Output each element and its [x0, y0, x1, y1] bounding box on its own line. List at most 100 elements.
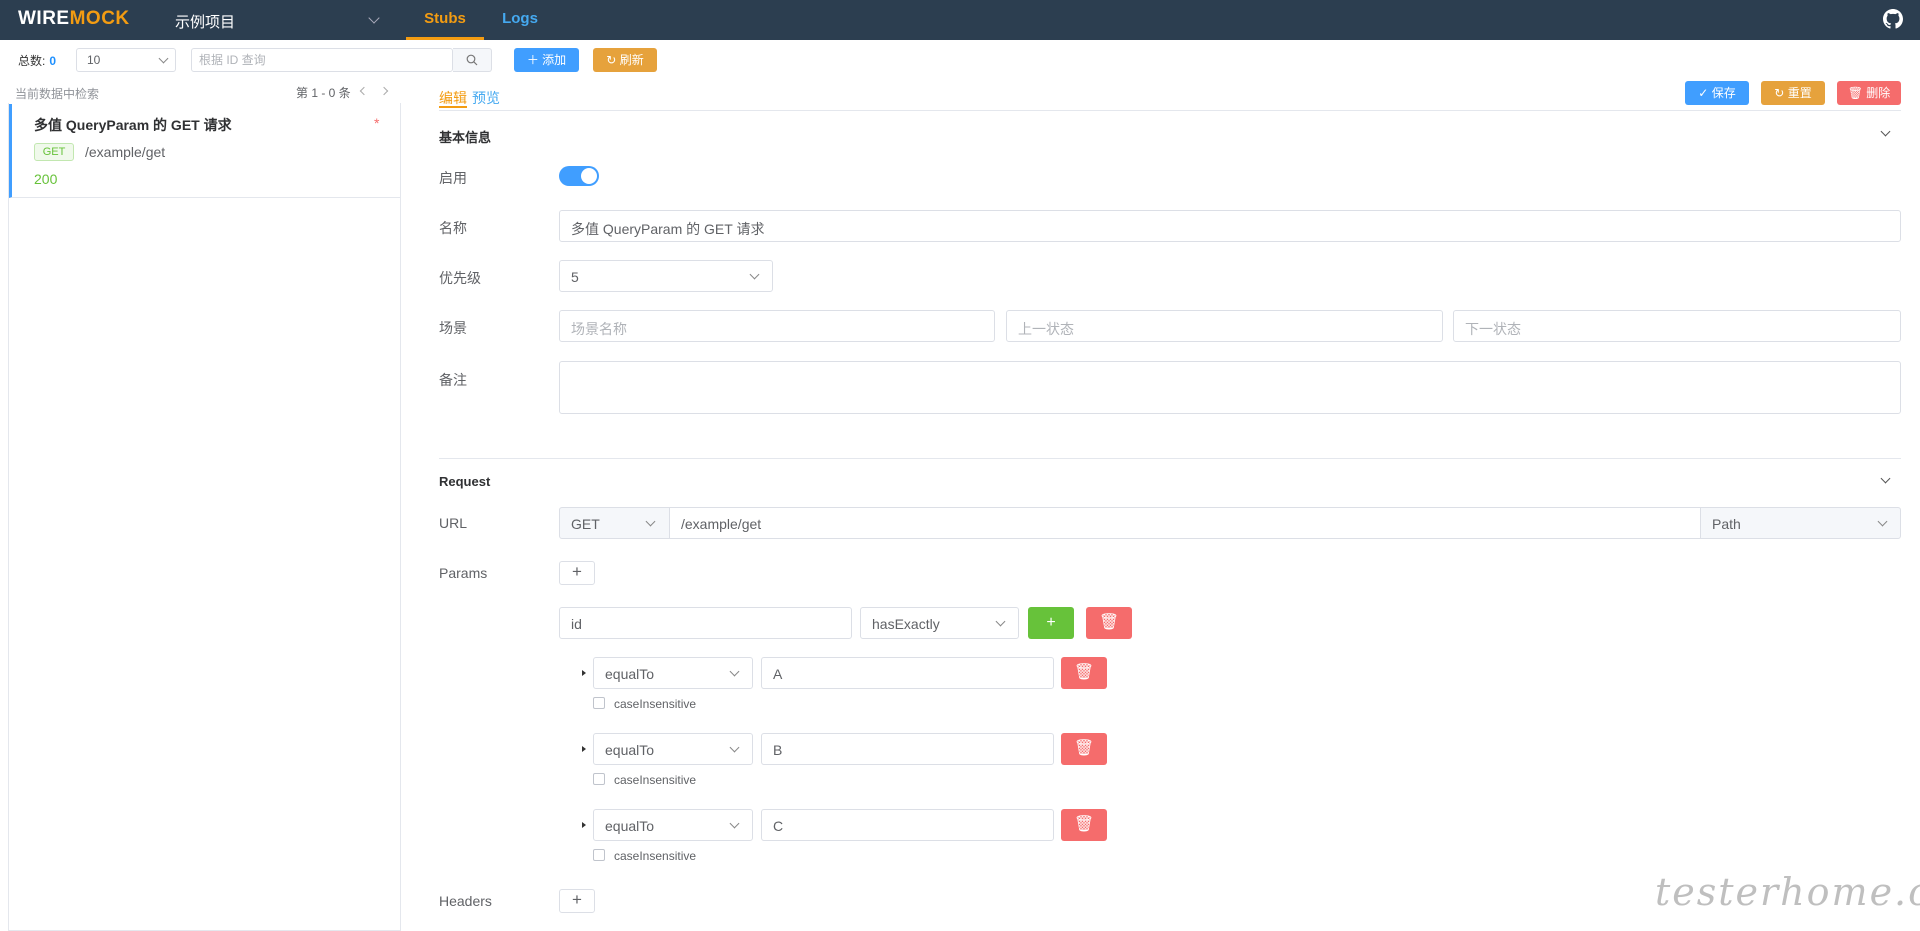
name-field[interactable]: 多值 QueryParam 的 GET 请求	[559, 210, 1901, 242]
matcher-op-select[interactable]: equalTo	[593, 657, 753, 689]
watermark: testerhome.com	[1655, 870, 1920, 914]
active-tab-indicator	[439, 106, 467, 108]
total-count: 总数: 0	[18, 52, 56, 69]
enabled-toggle[interactable]	[559, 166, 599, 186]
stub-title: 多值 QueryParam 的 GET 请求	[34, 117, 232, 133]
trash-icon: 🗑	[1073, 816, 1095, 833]
plus-icon: +	[572, 890, 582, 909]
matcher-value-field[interactable]: B	[761, 733, 1054, 765]
add-button[interactable]: ＋ 添加	[514, 48, 579, 72]
param-operator-select[interactable]: hasExactly	[860, 607, 1019, 639]
tab-logs[interactable]: Logs	[484, 0, 556, 40]
refresh-icon: ↻	[606, 53, 617, 67]
search-button[interactable]	[453, 48, 492, 72]
trash-icon: 🗑	[1073, 740, 1095, 757]
delete-button[interactable]: 🗑 删除	[1837, 81, 1901, 105]
matcher-op-value: equalTo	[605, 666, 655, 682]
list-item[interactable]: 多值 QueryParam 的 GET 请求 * GET /example/ge…	[9, 104, 401, 198]
matcher-op-select[interactable]: equalTo	[593, 733, 753, 765]
chevron-down-icon	[729, 666, 740, 677]
search-input[interactable]	[192, 49, 452, 71]
section-basic-info-title[interactable]: 基本信息	[439, 127, 491, 146]
project-selector[interactable]: 示例项目	[175, 11, 235, 32]
reset-button[interactable]: ↻ 重置	[1761, 81, 1825, 105]
chevron-down-icon[interactable]	[368, 12, 380, 24]
wiremock-logo[interactable]: WIREMOCK	[18, 8, 130, 30]
matcher-op-value: equalTo	[605, 818, 655, 834]
toggle-knob	[581, 168, 597, 184]
delete-button-label: 删除	[1866, 86, 1891, 100]
page-size-select[interactable]: 10	[76, 48, 176, 72]
plus-icon: ＋	[526, 53, 539, 67]
search-scope-hint: 当前数据中检索	[15, 87, 100, 101]
param-key-value: id	[571, 616, 582, 632]
case-insensitive-checkbox[interactable]	[593, 773, 605, 785]
expand-caret-icon[interactable]	[582, 822, 586, 828]
case-insensitive-label: caseInsensitive	[614, 849, 697, 863]
matcher-op-value: equalTo	[605, 742, 655, 758]
matcher-value-field[interactable]: C	[761, 809, 1054, 841]
delete-param-button[interactable]: 🗑	[1086, 607, 1132, 639]
add-param-button[interactable]: +	[559, 561, 595, 585]
scenario-name-placeholder: 场景名称	[571, 321, 627, 337]
method-badge: GET	[34, 143, 74, 161]
trash-icon: 🗑	[1098, 614, 1120, 631]
total-label: 总数:	[18, 54, 46, 68]
matcher-value: C	[773, 818, 784, 834]
stub-list-panel	[8, 103, 401, 931]
url-match-select[interactable]: Path	[1700, 507, 1901, 539]
delete-matcher-button[interactable]: 🗑	[1061, 657, 1107, 689]
case-insensitive-label: caseInsensitive	[614, 773, 697, 787]
case-insensitive-checkbox[interactable]	[593, 849, 605, 861]
case-insensitive-checkbox[interactable]	[593, 697, 605, 709]
chevron-down-icon	[1877, 516, 1888, 527]
matcher-value-field[interactable]: A	[761, 657, 1054, 689]
name-label: 名称	[439, 220, 467, 236]
prev-page-icon[interactable]	[359, 86, 369, 96]
delete-matcher-button[interactable]: 🗑	[1061, 733, 1107, 765]
chevron-down-icon[interactable]	[1880, 473, 1891, 484]
save-button-label: 保存	[1711, 86, 1736, 100]
prev-state-placeholder: 上一状态	[1018, 321, 1074, 337]
chevron-down-icon	[158, 53, 169, 64]
next-state-placeholder: 下一状态	[1465, 321, 1521, 337]
url-field[interactable]: /example/get	[669, 507, 1701, 539]
chevron-down-icon	[645, 516, 656, 527]
enabled-label: 启用	[439, 170, 467, 186]
modified-indicator: *	[374, 115, 380, 131]
matcher-value: B	[773, 742, 783, 758]
save-button[interactable]: ✓ 保存	[1685, 81, 1749, 105]
expand-caret-icon[interactable]	[582, 670, 586, 676]
tab-stubs[interactable]: Stubs	[406, 0, 484, 40]
tab-preview[interactable]: 预览	[472, 88, 500, 108]
param-key-field[interactable]: id	[559, 607, 852, 639]
next-state-field[interactable]: 下一状态	[1453, 310, 1901, 342]
add-matcher-button[interactable]: +	[1028, 607, 1074, 639]
note-textarea[interactable]	[559, 361, 1901, 414]
url-label: URL	[439, 515, 468, 531]
delete-matcher-button[interactable]: 🗑	[1061, 809, 1107, 841]
add-header-button[interactable]: +	[559, 889, 595, 913]
case-insensitive-label: caseInsensitive	[614, 697, 697, 711]
url-match-value: Path	[1712, 516, 1741, 532]
scenario-name-field[interactable]: 场景名称	[559, 310, 995, 342]
trash-icon: 🗑	[1847, 86, 1863, 100]
stub-status: 200	[34, 171, 58, 187]
next-page-icon[interactable]	[379, 86, 389, 96]
refresh-button[interactable]: ↻ 刷新	[593, 48, 657, 72]
expand-caret-icon[interactable]	[582, 746, 586, 752]
prev-state-field[interactable]: 上一状态	[1006, 310, 1443, 342]
chevron-down-icon[interactable]	[1880, 126, 1891, 137]
chevron-down-icon	[749, 269, 760, 280]
search-icon	[466, 54, 478, 66]
refresh-button-label: 刷新	[619, 53, 644, 67]
stub-url: /example/get	[85, 144, 166, 160]
chevron-down-icon	[995, 616, 1006, 627]
tab-edit[interactable]: 编辑	[439, 88, 467, 108]
section-request-title[interactable]: Request	[439, 474, 490, 489]
method-select[interactable]: GET	[559, 507, 670, 539]
priority-select[interactable]: 5	[559, 260, 773, 292]
matcher-op-select[interactable]: equalTo	[593, 809, 753, 841]
divider	[439, 110, 1901, 111]
github-icon[interactable]	[1883, 9, 1903, 29]
